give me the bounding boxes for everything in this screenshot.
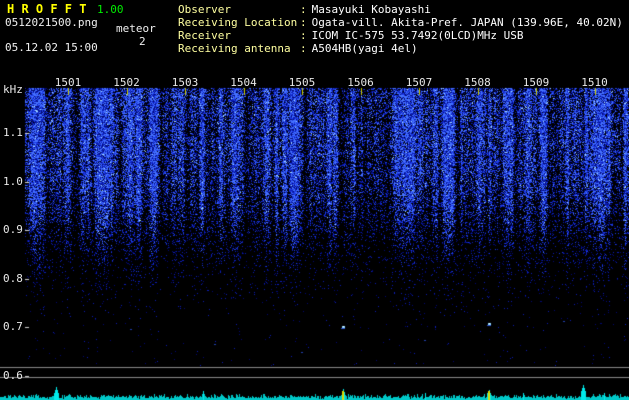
- y-tick-label: 1.0: [3, 175, 23, 188]
- x-tick-label: 1503: [171, 76, 199, 89]
- y-tick-label: 0.9: [3, 223, 23, 236]
- info-separator: :: [300, 16, 307, 29]
- info-value: ICOM IC-575 53.7492(0LCD)MHz USB: [311, 29, 524, 42]
- info-row: Observer: Masayuki Kobayashi: [178, 3, 623, 16]
- info-label: Receiving antenna: [178, 42, 291, 55]
- y-tick-label: 0.7: [3, 320, 23, 333]
- info-value: Masayuki Kobayashi: [311, 3, 431, 16]
- info-label: Receiver: [178, 29, 231, 42]
- x-tick-label: 1501: [54, 76, 82, 89]
- spectrogram-canvas: [0, 0, 629, 400]
- output-filename: 0512021500.png: [5, 16, 98, 29]
- x-tick-label: 1504: [230, 76, 257, 89]
- x-tick-label: 1502: [113, 76, 140, 89]
- x-tick-label: 1507: [405, 76, 433, 89]
- meteor-count-value: 2: [139, 35, 146, 48]
- y-tick-label: 0.8: [3, 272, 23, 285]
- x-tick-label: 1508: [464, 76, 491, 89]
- app-version: 1.00: [97, 3, 124, 16]
- y-tick-label: 0.6: [3, 369, 23, 382]
- timestamp: 05.12.02 15:00: [5, 41, 98, 54]
- app-title: H R O F F T: [7, 2, 87, 16]
- info-separator: :: [300, 3, 307, 16]
- y-tick-label: 1.1: [3, 126, 23, 139]
- x-tick-label: 1509: [522, 76, 550, 89]
- info-separator: :: [300, 42, 307, 55]
- info-separator: :: [300, 29, 307, 42]
- info-label: Observer: [178, 3, 231, 16]
- info-label: Receiving Location: [178, 16, 298, 29]
- meteor-count-label: meteor: [116, 22, 156, 35]
- hrofft-window: H R O F F T 1.00 0512021500.png meteor 2…: [0, 0, 629, 400]
- y-axis-unit-label: kHz: [3, 83, 23, 96]
- x-tick-label: 1510: [581, 76, 608, 89]
- x-tick-label: 1506: [347, 76, 374, 89]
- info-value: A504HB(yagi 4el): [311, 42, 418, 55]
- x-tick-label: 1505: [288, 76, 316, 89]
- observer-info-block: Observer: Masayuki Kobayashi Receiving Loc…: [178, 3, 623, 55]
- info-row: Receiving antenna: A504HB(yagi 4el): [178, 42, 623, 55]
- info-value: Ogata-vill. Akita-Pref. JAPAN (139.96E, …: [311, 16, 623, 29]
- info-row: Receiver: ICOM IC-575 53.7492(0LCD)MHz US…: [178, 29, 623, 42]
- info-row: Receiving Location: Ogata-vill. Akita-Pre…: [178, 16, 623, 29]
